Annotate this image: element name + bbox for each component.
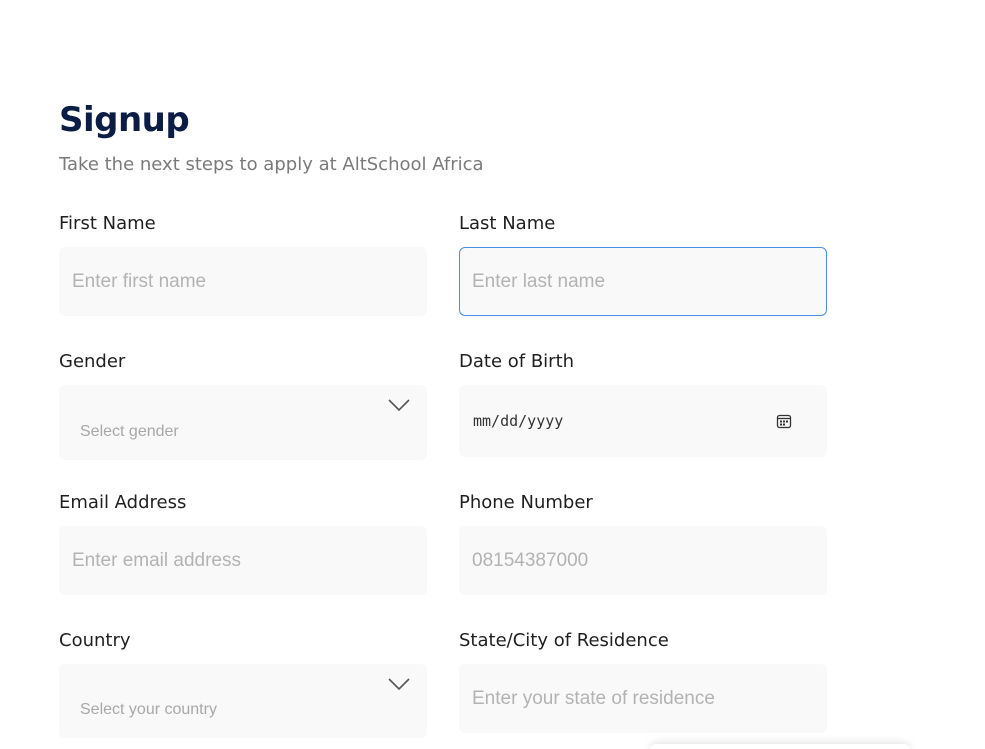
country-select[interactable]: Select your country — [59, 664, 427, 738]
chevron-down-icon — [388, 678, 410, 691]
page-subtitle: Take the next steps to apply at AltSchoo… — [59, 154, 484, 175]
page-title: Signup — [59, 100, 190, 140]
dob-field[interactable]: mm/dd/yyyy — [459, 385, 827, 457]
last-name-input[interactable] — [460, 248, 826, 315]
first-name-input[interactable] — [60, 248, 426, 315]
state-input[interactable] — [460, 665, 826, 732]
first-name-field[interactable] — [59, 247, 427, 316]
country-label: Country — [59, 630, 131, 651]
last-name-label: Last Name — [459, 213, 556, 234]
dob-input[interactable]: mm/dd/yyyy — [473, 412, 563, 430]
gender-label: Gender — [59, 351, 126, 372]
calendar-icon[interactable] — [776, 413, 792, 429]
floating-widget-edge — [650, 744, 910, 749]
last-name-field[interactable] — [459, 247, 827, 316]
email-input[interactable] — [60, 527, 426, 594]
phone-label: Phone Number — [459, 492, 593, 513]
phone-input[interactable] — [460, 527, 826, 594]
signup-page: Signup Take the next steps to apply at A… — [0, 0, 985, 749]
gender-select-value: Select gender — [80, 423, 179, 440]
state-field[interactable] — [459, 664, 827, 733]
phone-field[interactable] — [459, 526, 827, 595]
country-select-value: Select your country — [80, 701, 217, 718]
dob-label: Date of Birth — [459, 351, 575, 372]
chevron-down-icon — [388, 399, 410, 412]
gender-select[interactable]: Select gender — [59, 385, 427, 460]
email-label: Email Address — [59, 492, 187, 513]
email-field[interactable] — [59, 526, 427, 595]
state-label: State/City of Residence — [459, 630, 669, 651]
first-name-label: First Name — [59, 213, 156, 234]
